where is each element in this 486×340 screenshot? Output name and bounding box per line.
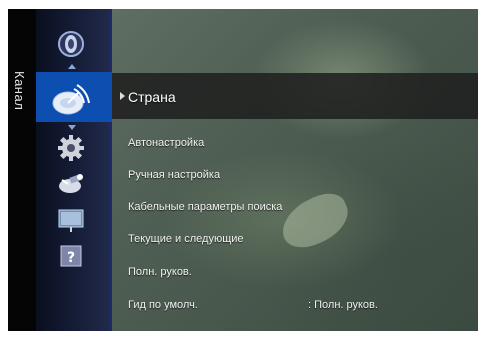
menu-item-now-next[interactable]: Текущие и следующие — [128, 233, 244, 245]
menu-item-default-guide[interactable]: Гид по умолч. — [128, 299, 198, 311]
scroll-down-arrow-icon[interactable] — [68, 125, 76, 130]
svg-text:?: ? — [67, 250, 75, 266]
menu-item-cable-search[interactable]: Кабельные параметры поиска — [128, 201, 282, 213]
leaf-decoration — [273, 186, 357, 256]
setup-gear-icon[interactable] — [54, 133, 88, 163]
tv-osd-screen: Канал ? Страна Автонастройка Ручная наст… — [8, 9, 478, 331]
antenna-icon[interactable] — [50, 79, 94, 117]
help-icon[interactable]: ? — [54, 241, 88, 271]
satellite-icon[interactable] — [54, 169, 88, 199]
sound-icon[interactable] — [54, 29, 88, 59]
category-label: Канал — [12, 71, 27, 111]
input-icon[interactable] — [54, 205, 88, 235]
menu-item-manual-tuning[interactable]: Ручная настройка — [128, 169, 220, 181]
default-guide-value: : Полн. руков. — [308, 299, 378, 311]
category-strip: Канал — [8, 9, 36, 331]
menu-item-autotuning[interactable]: Автонастройка — [128, 137, 204, 149]
selection-marker-icon — [120, 92, 125, 100]
scroll-up-arrow-icon[interactable] — [68, 64, 76, 69]
menu-item-country[interactable]: Страна — [128, 89, 176, 105]
menu-item-full-guide[interactable]: Полн. руков. — [128, 266, 192, 278]
